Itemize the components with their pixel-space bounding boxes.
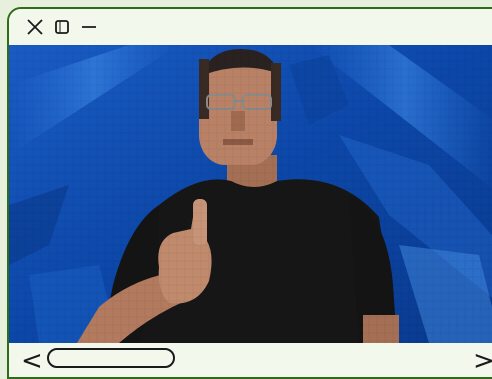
video-viewport[interactable]	[9, 45, 492, 343]
scroll-left-button[interactable]: <	[21, 348, 43, 374]
minimize-button[interactable]	[79, 16, 99, 38]
title-bar	[9, 9, 492, 45]
close-button[interactable]	[25, 16, 45, 38]
video-frame	[9, 45, 492, 343]
maximize-button[interactable]	[53, 16, 71, 38]
maximize-icon	[55, 20, 69, 34]
app-window: < >	[7, 7, 492, 379]
minimize-icon	[82, 26, 96, 28]
close-icon	[27, 19, 43, 35]
horizontal-scrollbar[interactable]: < >	[9, 343, 492, 377]
scrollbar-thumb[interactable]	[47, 348, 175, 368]
scroll-right-button[interactable]: >	[473, 348, 492, 374]
